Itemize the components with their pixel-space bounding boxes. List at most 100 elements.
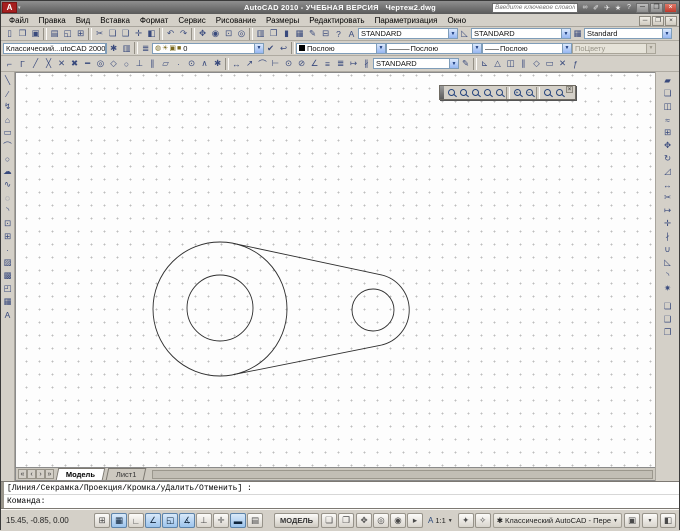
polyline-icon[interactable]: ↯: [1, 100, 14, 113]
prev-layout-button[interactable]: ‹: [27, 469, 36, 479]
dim-quick-icon[interactable]: ≡: [321, 58, 334, 70]
autocad-logo-icon[interactable]: A: [2, 2, 17, 13]
osnap-toggle[interactable]: ◱: [162, 513, 178, 528]
tab-layout1[interactable]: Лист1: [105, 468, 147, 480]
doc-restore-button[interactable]: ❐: [652, 16, 664, 26]
logo-dropdown-icon[interactable]: ▾: [18, 5, 21, 11]
snap-intersection-icon[interactable]: ✕: [55, 58, 68, 70]
command-window[interactable]: [Линия/Секрамка/Проекция/Кромка/уДалить/…: [1, 481, 679, 509]
extend-icon[interactable]: ↦: [661, 204, 674, 217]
snap-quadrant-icon[interactable]: ◇: [107, 58, 120, 70]
text-style-icon[interactable]: A: [345, 28, 358, 40]
snap-insert-icon[interactable]: ▱: [159, 58, 172, 70]
workspace-settings-icon[interactable]: ✱: [107, 42, 120, 54]
help-question-icon[interactable]: ?: [332, 28, 345, 40]
menu-view[interactable]: Вид: [71, 16, 95, 25]
scale-icon[interactable]: ◿: [661, 165, 674, 178]
region-icon[interactable]: ◰: [1, 282, 14, 295]
open-icon[interactable]: ❒: [16, 28, 29, 40]
properties-palette-icon[interactable]: ▥: [254, 28, 267, 40]
lwt-toggle[interactable]: ▬: [230, 513, 246, 528]
zoom-dynamic-button[interactable]: [457, 87, 469, 99]
chevron-down-icon[interactable]: ▼: [449, 59, 458, 68]
plot-preview-icon[interactable]: ◱: [61, 28, 74, 40]
layer-previous-icon[interactable]: ↩: [277, 42, 290, 54]
zoom-window-icon[interactable]: ⊡: [222, 28, 235, 40]
fillet-icon[interactable]: ◝: [661, 269, 674, 282]
hatch-icon[interactable]: ▨: [1, 256, 14, 269]
ellipse-icon[interactable]: ◌: [1, 191, 14, 204]
geometric-constraint-icon[interactable]: △: [491, 58, 504, 70]
dim-ordinate-icon[interactable]: ⊢: [269, 58, 282, 70]
dim-angular-icon[interactable]: ∠: [308, 58, 321, 70]
menu-file[interactable]: Файл: [4, 16, 34, 25]
match-properties-icon[interactable]: ✛: [132, 28, 145, 40]
clean-screen-button[interactable]: ◧: [660, 513, 676, 528]
designcenter-icon[interactable]: ❐: [267, 28, 280, 40]
menu-parametric[interactable]: Параметризация: [370, 16, 443, 25]
snap-perpendicular-icon[interactable]: ⊥: [133, 58, 146, 70]
communication-center-icon[interactable]: ✈: [602, 3, 612, 13]
make-object-layer-current-icon[interactable]: ✔: [264, 42, 277, 54]
restore-button[interactable]: ❐: [650, 2, 663, 13]
ellipse-arc-icon[interactable]: ◝: [1, 204, 14, 217]
grid-toggle[interactable]: ▦: [111, 513, 127, 528]
mirror-icon[interactable]: ◫: [661, 100, 674, 113]
snap-extension-icon[interactable]: ━: [81, 58, 94, 70]
show-dynamic-constraints-icon[interactable]: ▭: [543, 58, 556, 70]
offset-icon[interactable]: ≈: [661, 113, 674, 126]
zoom-extents-button[interactable]: [553, 87, 565, 99]
snap-center-icon[interactable]: ◎: [94, 58, 107, 70]
ortho-toggle[interactable]: ∟: [128, 513, 144, 528]
insert-block-icon[interactable]: ⊡: [1, 217, 14, 230]
show-constraints-icon[interactable]: ◫: [504, 58, 517, 70]
dim-style-combo[interactable]: STANDARD ▼: [471, 28, 571, 39]
dim-arc-length-icon[interactable]: ⌒: [256, 58, 269, 70]
steering-wheel-icon[interactable]: ◉: [390, 513, 406, 528]
workspace-switcher[interactable]: ✱ Классический AutoCAD - Пере ▼: [492, 513, 622, 528]
paste-icon[interactable]: ❑: [119, 28, 132, 40]
snap-apparent-intersection-icon[interactable]: ✖: [68, 58, 81, 70]
menu-draw[interactable]: Рисование: [211, 16, 261, 25]
construction-line-icon[interactable]: ∕: [1, 87, 14, 100]
annotation-scale-control[interactable]: A 1:1 ▼: [425, 513, 456, 528]
erase-icon[interactable]: ▰: [661, 74, 674, 87]
zoom-in-button[interactable]: +: [511, 87, 523, 99]
pan-icon[interactable]: ✥: [356, 513, 372, 528]
qp-toggle[interactable]: ▤: [247, 513, 263, 528]
qnew-icon[interactable]: ▯: [3, 28, 16, 40]
linetype-combo[interactable]: ——— Послою ▼: [386, 42, 482, 54]
zoom-realtime-icon[interactable]: ◉: [209, 28, 222, 40]
rotate-icon[interactable]: ↻: [661, 152, 674, 165]
snap-endpoint-icon[interactable]: ╱: [29, 58, 42, 70]
chamfer-icon[interactable]: ◺: [661, 256, 674, 269]
chevron-down-icon[interactable]: ▼: [562, 43, 571, 53]
snap-none-icon[interactable]: ∧: [198, 58, 211, 70]
doc-close-button[interactable]: ×: [665, 16, 677, 26]
dim-radius-icon[interactable]: ⊙: [282, 58, 295, 70]
menu-modify[interactable]: Редактировать: [304, 16, 369, 25]
osnap-settings-icon[interactable]: ✱: [211, 58, 224, 70]
annotation-auto-scale-icon[interactable]: ✧: [474, 513, 491, 528]
temporary-track-point-icon[interactable]: ⌐: [3, 58, 16, 70]
break-icon[interactable]: ∤: [661, 230, 674, 243]
dim-linear-icon[interactable]: ↔: [230, 58, 243, 70]
snap-node-icon[interactable]: ∙: [172, 58, 185, 70]
snap-from-icon[interactable]: Γ: [16, 58, 29, 70]
chevron-down-icon[interactable]: ▼: [254, 43, 263, 53]
menu-dimension[interactable]: Размеры: [261, 16, 304, 25]
rectangle-icon[interactable]: ▭: [1, 126, 14, 139]
menu-format[interactable]: Формат: [135, 16, 173, 25]
help-icon[interactable]: ?: [624, 3, 634, 13]
cut-icon[interactable]: ✂: [93, 28, 106, 40]
plot-icon[interactable]: ▤: [48, 28, 61, 40]
spline-icon[interactable]: ∿: [1, 178, 14, 191]
zoom-object-button[interactable]: [493, 87, 505, 99]
menu-window[interactable]: Окно: [442, 16, 471, 25]
zoom-window-button[interactable]: [445, 87, 457, 99]
undo-icon[interactable]: ↶: [164, 28, 177, 40]
markup-icon[interactable]: ✎: [306, 28, 319, 40]
point-icon[interactable]: ∙: [1, 243, 14, 256]
copy-icon[interactable]: ❏: [661, 87, 674, 100]
move-icon[interactable]: ✥: [661, 139, 674, 152]
